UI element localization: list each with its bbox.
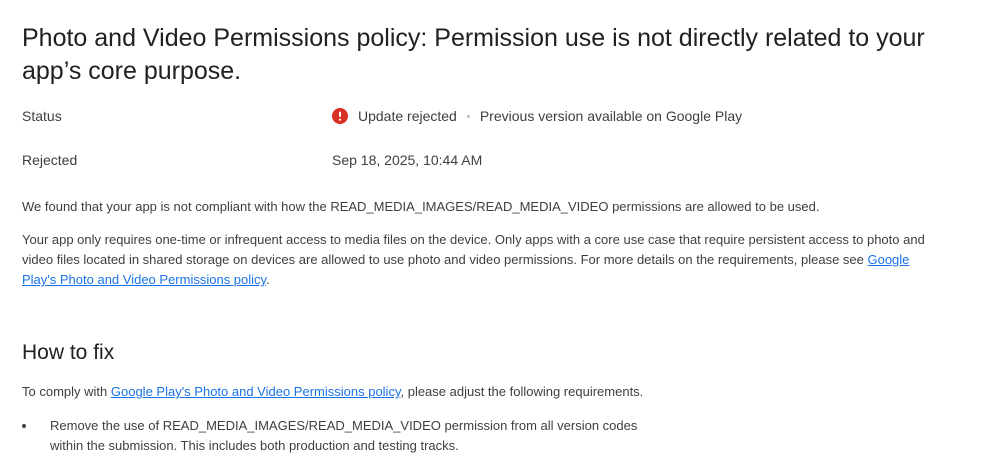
how-to-fix-intro: To comply with Google Play's Photo and V… <box>22 382 937 402</box>
finding-paragraph: We found that your app is not compliant … <box>22 199 820 214</box>
rejected-label: Rejected <box>22 152 78 168</box>
list-item-text: Remove the use of READ_MEDIA_IMAGES/READ… <box>50 418 638 453</box>
policy-link-fix[interactable]: Google Play's Photo and Video Permission… <box>111 384 401 399</box>
bullet-icon <box>22 424 26 428</box>
status-value: Update rejected Previous version availab… <box>332 106 742 126</box>
intro-text: To comply with <box>22 384 111 399</box>
status-label: Status <box>22 108 62 124</box>
details-text: Your app only requires one-time or infre… <box>22 232 925 267</box>
status-badge: Update rejected <box>358 108 457 124</box>
rejected-date: Sep 18, 2025, 10:44 AM <box>332 152 483 168</box>
intro-after-text: , please adjust the following requiremen… <box>400 384 644 399</box>
list-item: Remove the use of READ_MEDIA_IMAGES/READ… <box>22 416 662 456</box>
separator-dot <box>466 114 470 118</box>
details-end: . <box>266 272 270 287</box>
how-to-fix-heading: How to fix <box>22 341 115 364</box>
fix-requirements-list: Remove the use of READ_MEDIA_IMAGES/READ… <box>22 416 662 460</box>
details-paragraph: Your app only requires one-time or infre… <box>22 230 937 290</box>
status-secondary-text: Previous version available on Google Pla… <box>479 108 743 124</box>
alert-circle-icon <box>332 108 348 124</box>
page-title: Photo and Video Permissions policy: Perm… <box>22 24 925 85</box>
